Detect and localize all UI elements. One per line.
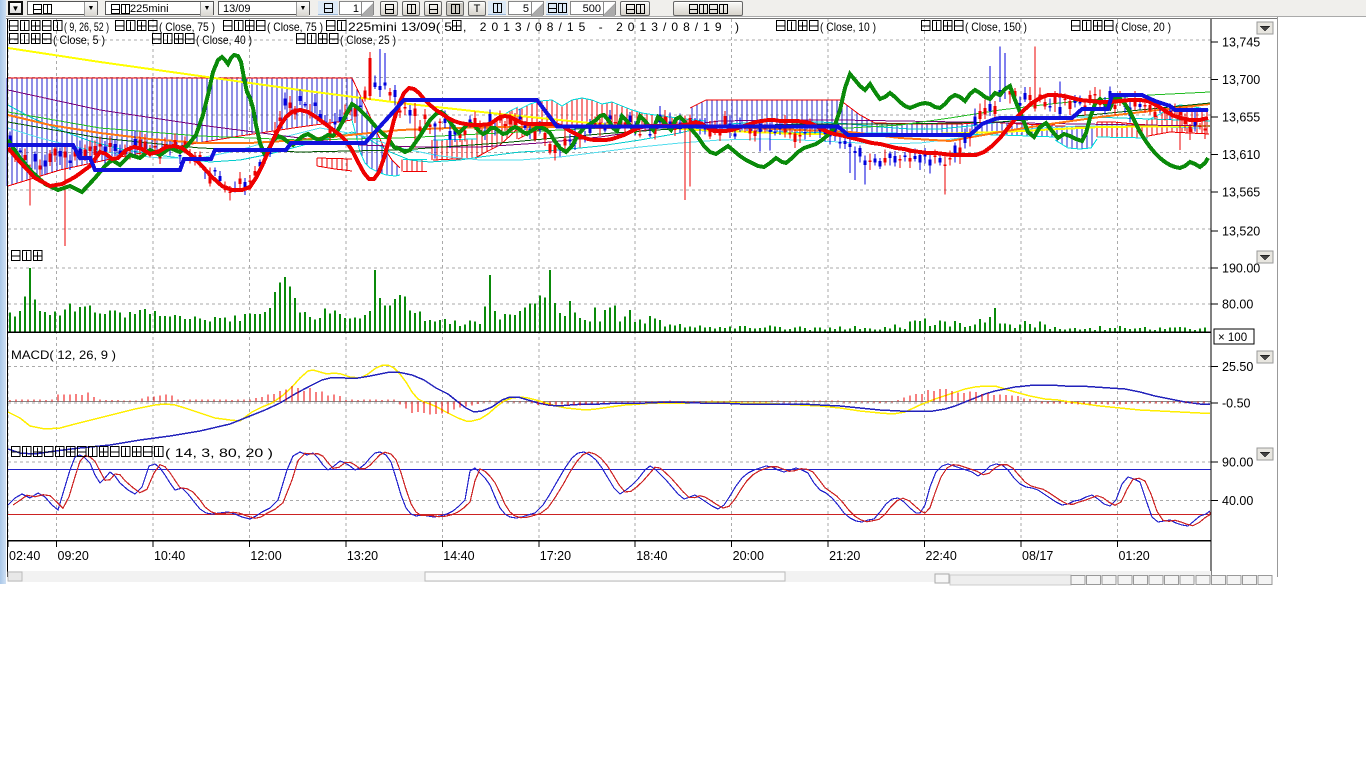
svg-text:25.50: 25.50 [1222,360,1253,374]
svg-text:02:40: 02:40 [9,549,40,563]
svg-text:21:20: 21:20 [829,549,860,563]
svg-text:( Close, 75 ): ( Close, 75 ) [267,20,323,34]
svg-text:17:20: 17:20 [540,549,571,563]
svg-text:13,610: 13,610 [1222,148,1260,162]
svg-text:13,520: 13,520 [1222,225,1260,239]
svg-text:225mini 13/09( 5: 225mini 13/09( 5 [348,20,452,34]
svg-text:( 9, 26, 52 ): ( 9, 26, 52 ) [64,20,109,34]
svg-text:13,700: 13,700 [1222,73,1260,87]
svg-text:-0.50: -0.50 [1222,397,1251,411]
svg-text:( Close, 20 ): ( Close, 20 ) [1115,20,1171,34]
svg-text:( 14, 3, 80, 20 ): ( 14, 3, 80, 20 ) [165,446,273,460]
svg-text:( Close, 25 ): ( Close, 25 ) [340,33,396,47]
svg-text:09:20: 09:20 [58,549,89,563]
svg-text:08/17: 08/17 [1022,549,1053,563]
svg-text:12:00: 12:00 [250,549,281,563]
svg-text:13,655: 13,655 [1222,111,1260,125]
svg-text:13:20: 13:20 [347,549,378,563]
svg-text:13,745: 13,745 [1222,36,1260,50]
svg-text:10:40: 10:40 [154,549,185,563]
svg-text:22:40: 22:40 [926,549,957,563]
svg-text:× 100: × 100 [1218,332,1247,344]
svg-text:01:20: 01:20 [1118,549,1149,563]
svg-text:, 2013/08/15 - 2013/08/19 ): , 2013/08/15 - 2013/08/19 ) [463,20,739,34]
svg-text:( Close, 40 ): ( Close, 40 ) [196,33,252,47]
svg-text:( Close, 75 ): ( Close, 75 ) [159,20,215,34]
svg-text:13,565: 13,565 [1222,186,1260,200]
svg-text:20:00: 20:00 [733,549,764,563]
svg-text:90.00: 90.00 [1222,456,1253,470]
svg-text:80.00: 80.00 [1222,298,1253,312]
svg-text:( Close, 150 ): ( Close, 150 ) [965,20,1027,34]
svg-text:14:40: 14:40 [443,549,474,563]
svg-text:( Close, 10 ): ( Close, 10 ) [820,20,876,34]
svg-text:( Close, 5 ): ( Close, 5 ) [53,33,105,47]
svg-text:190.00: 190.00 [1222,262,1260,276]
svg-text:18:40: 18:40 [636,549,667,563]
svg-text:MACD( 12, 26, 9 ): MACD( 12, 26, 9 ) [11,348,116,362]
svg-text:40.00: 40.00 [1222,494,1253,508]
